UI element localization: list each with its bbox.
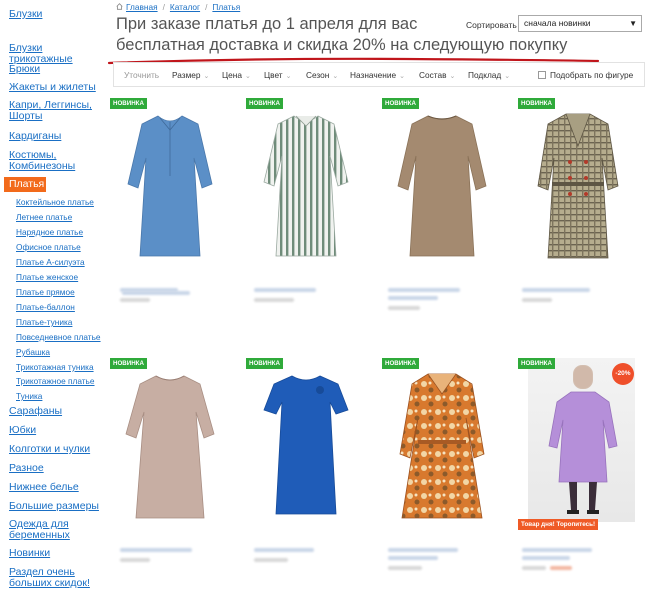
- sidebar-item-skirts[interactable]: Юбки: [9, 425, 36, 436]
- sidebar-subitem[interactable]: Летнее платье: [16, 213, 72, 222]
- filter-composition[interactable]: Состав ⌄: [419, 70, 455, 80]
- sidebar-item-sale[interactable]: Раздел очень больших скидок!: [9, 567, 90, 589]
- product-image[interactable]: [256, 106, 356, 266]
- sidebar-item-suits[interactable]: Костюмы, Комбинезоны: [9, 150, 75, 172]
- new-badge: НОВИНКА: [382, 98, 419, 109]
- filter-label: Сезон: [306, 70, 330, 80]
- chevron-down-icon: ⌄: [399, 73, 405, 80]
- new-badge: НОВИНКА: [110, 98, 147, 109]
- product-card[interactable]: НОВИНКА: [518, 98, 640, 268]
- chevron-down-icon: ⌄: [332, 73, 339, 80]
- chevron-down-icon: ⌄: [244, 73, 251, 80]
- product-card[interactable]: НОВИНКА: [382, 358, 504, 528]
- sidebar-item-misc[interactable]: Разное: [9, 463, 44, 474]
- sidebar-item-jackets[interactable]: Жакеты и жилеты: [9, 82, 96, 93]
- sidebar-subitem[interactable]: Рубашка: [16, 348, 50, 357]
- sidebar-item-dresses-active[interactable]: Платья: [4, 177, 46, 192]
- product-image[interactable]: [532, 362, 634, 522]
- sidebar-subitem[interactable]: Платье-баллон: [16, 303, 75, 312]
- sort-label: Сортировать: [466, 20, 517, 30]
- promo-headline: При заказе платья до 1 апреля для вас бе…: [116, 14, 568, 56]
- breadcrumb-home[interactable]: Главная: [126, 2, 158, 12]
- sidebar-item-new[interactable]: Новинки: [9, 548, 50, 559]
- chevron-down-icon: ⌄: [285, 73, 292, 80]
- sidebar-item-capri[interactable]: Капри, Леггинсы, Шорты: [9, 100, 92, 122]
- filter-label: Цена: [222, 70, 242, 80]
- sidebar-subitem[interactable]: Коктейльное платье: [16, 198, 94, 207]
- home-icon: [116, 3, 123, 10]
- figure-checkbox[interactable]: [538, 71, 546, 79]
- breadcrumb: Главная / Каталог / Платья: [116, 2, 240, 12]
- breadcrumb-catalog[interactable]: Каталог: [170, 2, 200, 12]
- sort-select[interactable]: сначала новинки ▼: [518, 15, 642, 32]
- sidebar-item-label: больших скидок!: [9, 577, 90, 589]
- promo-line-2: бесплатная доставка и скидка 20% на след…: [116, 36, 568, 54]
- sidebar-subitem[interactable]: Нарядное платье: [16, 228, 83, 237]
- filter-refine: Уточнить: [124, 70, 160, 80]
- new-badge: НОВИНКА: [246, 98, 283, 109]
- sidebar: Блузки Блузки трикотажные Брюки Жакеты и…: [0, 0, 106, 589]
- sidebar-subitem[interactable]: Трикотажное платье: [16, 377, 95, 386]
- product-image[interactable]: [528, 106, 628, 266]
- sidebar-item-knit-blouses[interactable]: Блузки трикотажные: [9, 43, 106, 65]
- promo-line-1: При заказе платья до 1 апреля для вас: [116, 15, 418, 33]
- sidebar-item-cardigans[interactable]: Кардиганы: [9, 131, 61, 142]
- filter-label: Подклад: [468, 70, 502, 80]
- product-card[interactable]: НОВИНКА: [110, 358, 232, 528]
- new-badge: НОВИНКА: [110, 358, 147, 369]
- sidebar-item-maternity[interactable]: Одежда для беременных: [9, 519, 70, 541]
- deal-of-day-badge: Товар дня! Торопитесь!: [518, 519, 599, 530]
- sidebar-subitem[interactable]: Платье-туника: [16, 318, 72, 327]
- product-image[interactable]: [392, 366, 492, 526]
- filter-label: Состав: [419, 70, 447, 80]
- sidebar-item-tights[interactable]: Колготки и чулки: [9, 444, 90, 455]
- product-image[interactable]: [392, 106, 492, 266]
- sidebar-subitem[interactable]: Платье А-силуэта: [16, 258, 85, 267]
- product-card[interactable]: НОВИНКА: [246, 358, 368, 528]
- sidebar-item-label: Комбинезоны: [9, 160, 76, 172]
- sidebar-item-label: Шорты: [9, 110, 43, 122]
- product-image[interactable]: [120, 366, 220, 526]
- breadcrumb-dresses[interactable]: Платья: [212, 2, 240, 12]
- sidebar-item-label: беременных: [9, 529, 70, 541]
- filter-bar: Уточнить Размер ⌄ Цена ⌄ Цвет ⌄ Сезон ⌄ Назн…: [113, 62, 645, 87]
- sidebar-subitem[interactable]: Туника: [16, 392, 42, 401]
- filter-size[interactable]: Размер ⌄: [172, 70, 209, 80]
- filter-lining[interactable]: Подклад ⌄: [468, 70, 510, 80]
- product-card[interactable]: НОВИНКА -20% Товар дня! Торопитесь!: [518, 358, 640, 530]
- filter-color[interactable]: Цвет ⌄: [264, 70, 291, 80]
- chevron-down-icon: ⌄: [504, 73, 511, 80]
- new-badge: НОВИНКА: [382, 358, 419, 369]
- product-card[interactable]: НОВИНКА: [382, 98, 504, 268]
- sidebar-item-underwear[interactable]: Нижнее белье: [9, 482, 79, 493]
- filter-price[interactable]: Цена ⌄: [222, 70, 251, 80]
- sidebar-subitem[interactable]: Офисное платье: [16, 243, 81, 252]
- filter-label: Назначение: [350, 70, 397, 80]
- sidebar-item-trousers[interactable]: Брюки: [9, 64, 40, 75]
- product-card[interactable]: НОВИНКА: [110, 98, 232, 295]
- sidebar-item-blouses[interactable]: Блузки: [9, 9, 42, 20]
- sort-value: сначала новинки: [524, 18, 591, 28]
- sidebar-subitem[interactable]: Трикотажная туника: [16, 363, 94, 372]
- figure-checkbox-label[interactable]: Подобрать по фигуре: [550, 70, 633, 80]
- new-badge: НОВИНКА: [518, 358, 555, 369]
- chevron-down-icon: ▼: [629, 19, 637, 28]
- filter-label: Цвет: [264, 70, 283, 80]
- product-image[interactable]: [256, 366, 356, 526]
- sidebar-subitem[interactable]: Платье женское: [16, 273, 78, 282]
- sidebar-item-big-sizes[interactable]: Большие размеры: [9, 501, 99, 512]
- product-image[interactable]: [120, 106, 220, 266]
- sidebar-item-sarafans[interactable]: Сарафаны: [9, 406, 62, 417]
- chevron-down-icon: ⌄: [203, 73, 210, 80]
- filter-purpose[interactable]: Назначение ⌄: [350, 70, 405, 80]
- discount-badge: -20%: [612, 363, 634, 385]
- filter-season[interactable]: Сезон ⌄: [306, 70, 338, 80]
- chevron-down-icon: ⌄: [449, 73, 456, 80]
- new-badge: НОВИНКА: [518, 98, 555, 109]
- sidebar-subitem[interactable]: Повседневное платье: [16, 333, 101, 342]
- filter-label: Размер: [172, 70, 201, 80]
- product-card[interactable]: НОВИНКА: [246, 98, 368, 268]
- new-badge: НОВИНКА: [246, 358, 283, 369]
- sidebar-subitem[interactable]: Платье прямое: [16, 288, 75, 297]
